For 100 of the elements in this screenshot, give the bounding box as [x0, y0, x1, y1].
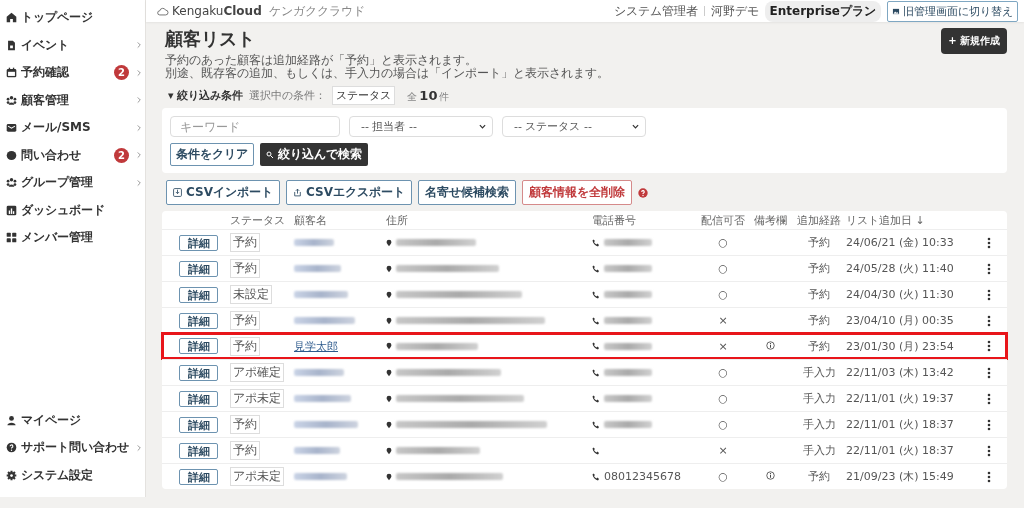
source-text: 手入力 — [802, 443, 836, 458]
phone-icon — [592, 472, 600, 481]
opt-in-mark: × — [718, 444, 728, 457]
status-select[interactable]: -- ステータス -- — [502, 116, 646, 137]
more-icon[interactable] — [987, 288, 991, 301]
caret-icon — [479, 123, 486, 130]
opt-in-mark: ○ — [718, 392, 728, 405]
image-icon — [892, 7, 900, 15]
detail-button[interactable]: 詳細 — [179, 390, 218, 407]
help-icon — [6, 442, 17, 454]
count-badge: 2 — [114, 65, 129, 81]
status-tag: 未設定 — [230, 285, 272, 304]
source-text: 手入力 — [802, 391, 836, 406]
more-icon[interactable] — [987, 470, 991, 483]
caret-icon — [632, 123, 639, 130]
opt-in-mark: ○ — [718, 366, 728, 379]
filter-toggle[interactable]: ▾ 絞り込み条件 — [168, 88, 244, 103]
date-text: 22/11/01 (火) 18:37 — [846, 417, 955, 432]
location-pin-icon — [386, 290, 392, 299]
user-role: システム管理者 — [613, 2, 698, 20]
search-button[interactable]: 絞り込んで検索 — [260, 143, 368, 166]
total-unit: 件 — [439, 89, 450, 104]
filter-label: 選択中の条件： — [249, 88, 327, 103]
location-pin-icon — [386, 264, 392, 273]
detail-button[interactable]: 詳細 — [179, 234, 218, 251]
switch-admin-button[interactable]: 旧管理画面に切り替え — [887, 0, 1018, 22]
source-text: 予約 — [808, 338, 830, 354]
sidebar-item[interactable]: グループ管理 — [0, 169, 145, 197]
sidebar-item[interactable]: メール/SMS — [0, 114, 145, 142]
phone-icon — [592, 316, 600, 325]
detail-button[interactable]: 詳細 — [179, 468, 218, 485]
source-text: 予約 — [808, 287, 830, 302]
people-icon — [6, 177, 17, 189]
column-header[interactable]: リスト追加日 ↓ — [846, 212, 974, 228]
phone-icon — [592, 290, 600, 299]
location-pin-icon — [386, 316, 392, 325]
detail-button[interactable]: 詳細 — [179, 260, 218, 277]
source-text: 予約 — [808, 313, 830, 328]
more-icon[interactable] — [987, 366, 991, 379]
source-text: 予約 — [808, 235, 830, 250]
document-icon — [6, 39, 17, 51]
staff-select[interactable]: -- 担当者 -- — [349, 116, 493, 137]
detail-button[interactable]: 詳細 — [179, 312, 218, 329]
more-icon[interactable] — [987, 236, 991, 249]
sidebar-item[interactable]: トップページ — [0, 4, 145, 32]
new-button[interactable]: + 新規作成 — [941, 28, 1007, 54]
column-header: ステータス — [230, 212, 286, 228]
sidebar-item[interactable]: サポート問い合わせ — [0, 434, 145, 462]
mail-icon — [6, 122, 17, 134]
more-icon[interactable] — [987, 444, 991, 457]
more-icon[interactable] — [987, 418, 991, 431]
location-pin-icon — [386, 446, 392, 455]
status-tag: 予約 — [230, 415, 260, 434]
more-icon[interactable] — [987, 314, 991, 327]
more-icon[interactable] — [987, 262, 991, 275]
total-count: 10 — [419, 87, 438, 103]
sidebar-item[interactable]: 顧客管理 — [0, 86, 145, 114]
date-text: 23/04/10 (月) 00:35 — [846, 313, 955, 328]
detail-button[interactable]: 詳細 — [179, 442, 218, 459]
sidebar-item[interactable]: マイページ — [0, 406, 145, 434]
settings-icon — [6, 469, 17, 481]
description-text: 予約のあった顧客は追加経路が「予約」と表示されます。 — [165, 54, 478, 67]
phone-icon — [592, 394, 600, 403]
keyword-field[interactable]: キーワード — [170, 116, 340, 137]
date-text: 22/11/01 (火) 18:37 — [846, 443, 955, 458]
sidebar-item[interactable]: システム設定 — [0, 461, 145, 489]
detail-button[interactable]: 詳細 — [179, 364, 218, 381]
duplicate-search-button[interactable]: 名寄せ候補検索 — [417, 180, 516, 205]
location-pin-icon — [386, 368, 392, 377]
import-button[interactable]: CSVインポート — [166, 180, 280, 205]
phone-icon — [592, 342, 600, 350]
export-button[interactable]: CSVエクスポート — [285, 180, 412, 205]
total-label: 全 — [407, 89, 418, 104]
location-pin-icon — [386, 394, 392, 403]
plan-badge: Enterpriseプラン — [764, 0, 881, 22]
more-icon[interactable] — [987, 340, 991, 352]
more-icon[interactable] — [987, 392, 991, 405]
detail-button[interactable]: 詳細 — [179, 338, 218, 354]
sidebar-item[interactable]: メンバー管理 — [0, 224, 145, 252]
column-header: 配信可否 — [701, 212, 745, 228]
date-text: 21/09/23 (木) 15:49 — [846, 469, 955, 484]
customer-name-link[interactable]: 見学太郎 — [294, 338, 338, 354]
detail-button[interactable]: 詳細 — [179, 286, 218, 303]
sidebar-item[interactable]: 問い合わせ 2 — [0, 141, 145, 169]
opt-in-mark: ○ — [718, 262, 728, 275]
phone-icon — [592, 264, 600, 273]
status-tag: 予約 — [230, 259, 260, 278]
sidebar-item[interactable]: ダッシュボード — [0, 196, 145, 224]
delete-all-button[interactable]: 顧客情報を全削除 — [521, 180, 632, 205]
sidebar-item[interactable]: イベント — [0, 31, 145, 59]
sidebar-item[interactable]: 予約確認 2 — [0, 59, 145, 87]
grid-icon — [6, 232, 17, 244]
opt-in-mark: ○ — [718, 236, 728, 249]
count-badge: 2 — [114, 147, 129, 163]
detail-button[interactable]: 詳細 — [179, 416, 218, 433]
opt-in-mark: ○ — [718, 470, 728, 483]
opt-in-mark: × — [718, 314, 728, 327]
clear-button[interactable]: 条件をクリア — [170, 143, 254, 166]
description-text: 別途、既存客の追加、もしくは、手入力の場合は「インポート」と表示されます。 — [165, 67, 610, 80]
location-pin-icon — [386, 472, 392, 481]
